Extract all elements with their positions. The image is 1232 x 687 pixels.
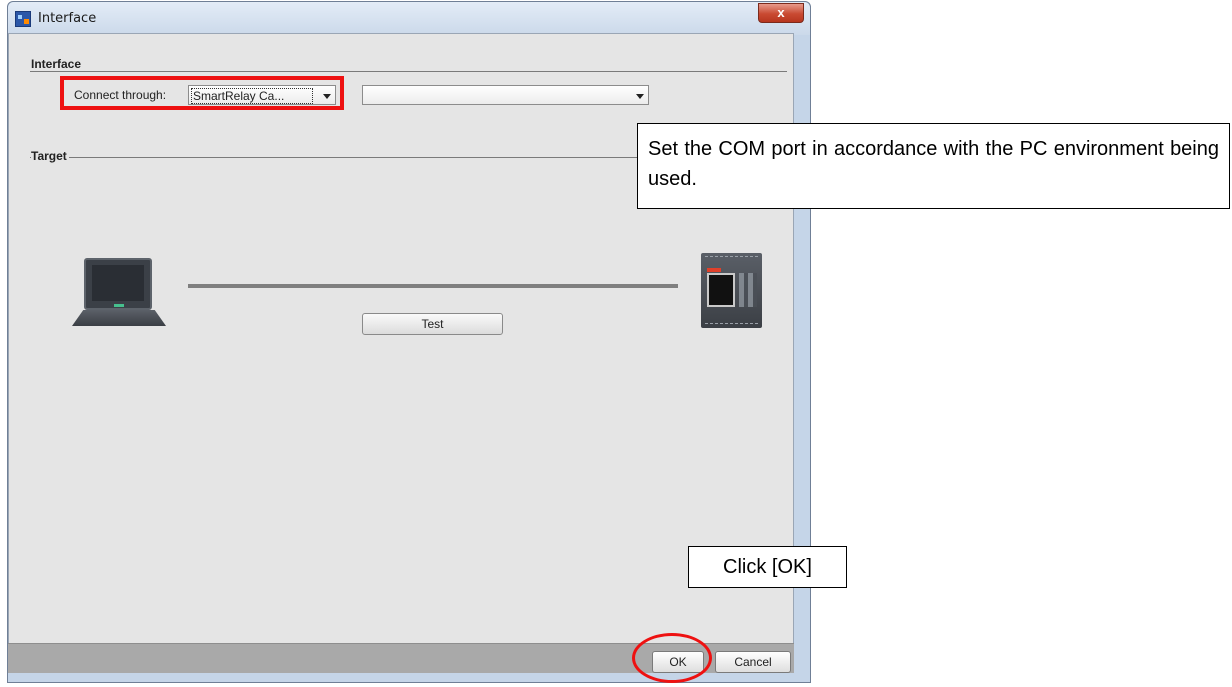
com-port-value	[365, 88, 626, 102]
interface-group-label: Interface	[31, 57, 84, 71]
connection-line	[188, 284, 678, 288]
chevron-down-icon	[636, 94, 644, 99]
click-ok-callout: Click [OK]	[688, 546, 847, 588]
target-group-divider	[30, 157, 638, 158]
window-title: Interface	[38, 11, 97, 26]
target-group-label: Target	[31, 149, 69, 163]
highlight-connect-through	[60, 76, 344, 110]
laptop-icon	[72, 258, 166, 328]
test-button[interactable]: Test	[362, 313, 503, 335]
cancel-button[interactable]: Cancel	[715, 651, 791, 673]
com-port-callout: Set the COM port in accordance with the …	[637, 123, 1230, 209]
title-bar[interactable]: Interface x	[8, 2, 810, 35]
app-icon	[15, 11, 31, 27]
smart-relay-icon	[701, 253, 762, 328]
com-port-select[interactable]	[362, 85, 649, 105]
highlight-ok-button	[632, 633, 712, 683]
interface-group-divider	[30, 71, 787, 72]
close-button[interactable]: x	[758, 3, 804, 23]
